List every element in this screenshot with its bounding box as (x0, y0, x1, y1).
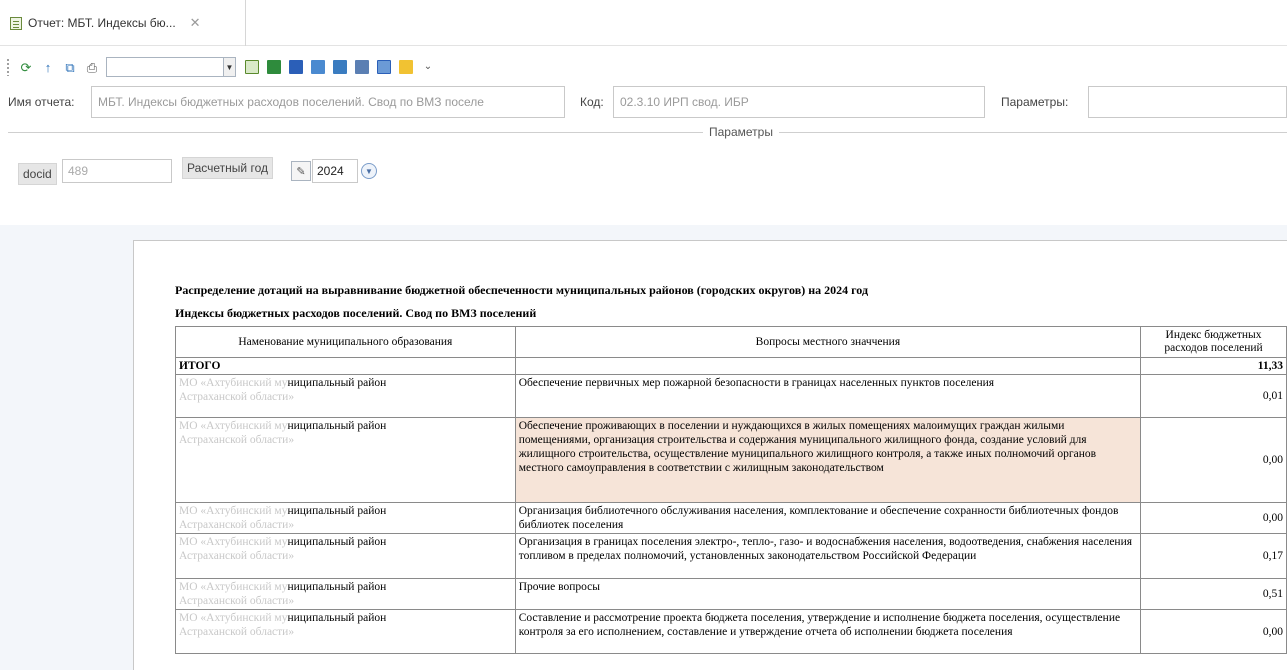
toolbar-grip (6, 58, 10, 76)
table-row[interactable]: МО «Ахтубинский муниципальный район Астра… (175, 417, 1287, 503)
question-cell: Прочие вопросы (514, 578, 1142, 610)
year-field[interactable]: 2024 (312, 159, 358, 183)
mo-cell: МО «Ахтубинский муниципальный район Астра… (175, 502, 516, 534)
report-subtitle: Индексы бюджетных расходов поселений. Св… (175, 306, 537, 320)
copy-icon[interactable]: ⧉ (62, 59, 78, 75)
table-header-row: Наменование муниципального образования В… (175, 326, 1287, 358)
table-row[interactable]: МО «Ахтубинский муниципальный район Астра… (175, 578, 1287, 610)
report-code-field[interactable]: 02.3.10 ИРП свод. ИБР (613, 86, 985, 118)
save-icon[interactable] (354, 59, 370, 75)
mo-cell: МО «Ахтубинский муниципальный район Астра… (175, 533, 516, 579)
pencil-icon[interactable]: ✎ (291, 161, 311, 181)
report-params-label: Параметры: (1001, 95, 1069, 109)
total-label: ИТОГО (175, 357, 516, 375)
excel-icon[interactable] (266, 59, 282, 75)
more-icon[interactable]: ⌄ (420, 59, 436, 75)
question-cell: Составление и рассмотрение проекта бюдже… (514, 609, 1142, 654)
mo-cell: МО «Ахтубинский муниципальный район Астра… (175, 417, 516, 503)
total-empty (514, 357, 1142, 375)
total-row: ИТОГО 11,33 (175, 357, 1287, 375)
close-icon[interactable]: ✕ (190, 15, 201, 31)
new-doc-icon[interactable] (244, 59, 260, 75)
table-row[interactable]: МО «Ахтубинский муниципальный район Астра… (175, 374, 1287, 418)
mo-cell: МО «Ахтубинский муниципальный район Астра… (175, 609, 516, 654)
report-code-label: Код: (580, 95, 604, 109)
index-cell: 0,17 (1140, 533, 1287, 579)
report-doc-icon (10, 16, 22, 30)
index-cell: 0,01 (1140, 374, 1287, 418)
tab-report[interactable]: Отчет: МБТ. Индексы бю... ✕ (0, 0, 246, 46)
export2-icon[interactable] (332, 59, 348, 75)
col-header-mo: Наменование муниципального образования (175, 326, 516, 358)
docid-label: docid (18, 163, 57, 185)
tab-bar: Отчет: МБТ. Индексы бю... ✕ (0, 0, 1287, 46)
params-section-title: Параметры (703, 125, 779, 139)
question-cell: Обеспечение проживающих в поселении и ну… (514, 417, 1142, 503)
refresh-icon[interactable]: ⟳ (18, 59, 34, 75)
index-cell: 0,00 (1140, 502, 1287, 534)
report-table: Наменование муниципального образования В… (175, 326, 1287, 654)
docid-field[interactable]: 489 (62, 159, 172, 183)
chevron-down-icon[interactable]: ▼ (361, 163, 377, 179)
report-title: Распределение дотаций на выравнивание бю… (175, 283, 869, 297)
params-divider (8, 132, 1287, 133)
index-cell: 0,00 (1140, 609, 1287, 654)
table-row[interactable]: МО «Ахтубинский муниципальный район Астра… (175, 609, 1287, 654)
mo-cell: МО «Ахтубинский муниципальный район Астра… (175, 578, 516, 610)
chevron-down-icon[interactable]: ▼ (224, 57, 236, 77)
settings-icon[interactable] (376, 59, 392, 75)
up-arrow-icon[interactable]: ↑ (40, 59, 56, 75)
folder-icon[interactable] (398, 59, 414, 75)
toolbar: ⟳ ↑ ⧉ ⎙ ▼ ⌄ (0, 50, 600, 84)
report-info-row: Имя отчета: МБТ. Индексы бюджетных расхо… (0, 86, 1287, 118)
report-name-label: Имя отчета: (8, 95, 75, 109)
table-row[interactable]: МО «Ахтубинский муниципальный район Астра… (175, 533, 1287, 579)
col-header-question: Вопросы местного значчения (514, 326, 1142, 358)
index-cell: 0,51 (1140, 578, 1287, 610)
table-row[interactable]: МО «Ахтубинский муниципальный район Астра… (175, 502, 1287, 534)
mo-cell: МО «Ахтубинский муниципальный район Астра… (175, 374, 516, 418)
year-label: Расчетный год (182, 157, 273, 179)
question-cell: Обеспечение первичных мер пожарной безоп… (514, 374, 1142, 418)
toolbar-combo[interactable] (106, 57, 224, 77)
question-cell: Организация в границах поселения электро… (514, 533, 1142, 579)
index-cell: 0,00 (1140, 417, 1287, 503)
total-value: 11,33 (1140, 357, 1287, 375)
col-header-index: Индекс бюджетных расходов поселений (1140, 326, 1287, 358)
report-params-field[interactable] (1088, 86, 1287, 118)
export-icon[interactable] (310, 59, 326, 75)
report-name-field[interactable]: МБТ. Индексы бюджетных расходов поселени… (91, 86, 565, 118)
question-cell: Организация библиотечного обслуживания н… (514, 502, 1142, 534)
print-icon[interactable]: ⎙ (84, 59, 100, 75)
tab-title: Отчет: МБТ. Индексы бю... (28, 16, 176, 30)
word-icon[interactable] (288, 59, 304, 75)
